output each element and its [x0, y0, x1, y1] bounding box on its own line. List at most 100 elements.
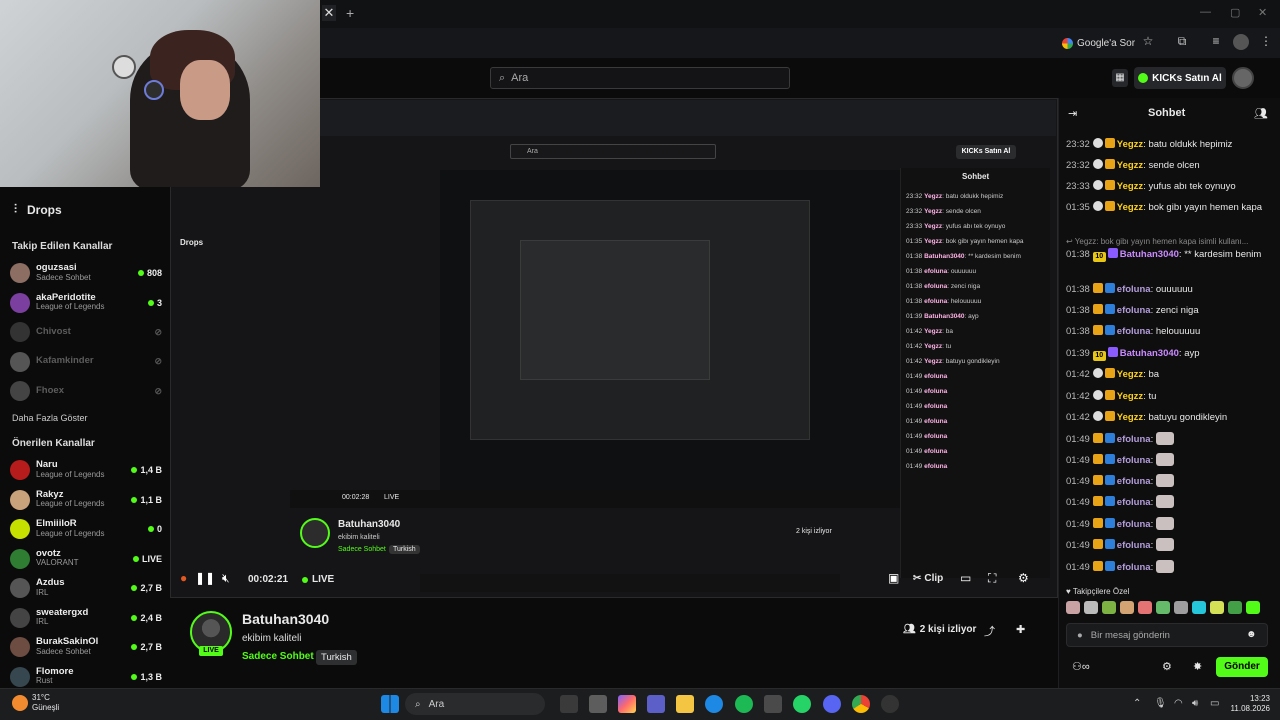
chat-username[interactable]: efoluna [1117, 497, 1151, 508]
chat-username[interactable]: Yegzz [1117, 181, 1143, 192]
theater-mode-icon[interactable]: ▣ [888, 571, 899, 585]
emote-icon[interactable] [1084, 601, 1098, 614]
chrome-icon[interactable] [852, 695, 870, 713]
taskbar-search[interactable]: ⌕ Ara [405, 693, 545, 715]
taskbar-clock[interactable]: 13:23 11.08.2026 [1222, 694, 1270, 714]
chat-message[interactable]: 23:33 Yegzz: yufus abı tek oynuyo [1066, 180, 1274, 193]
chat-message[interactable]: 01:35 Yegzz: bok gibı yayın hemen kapa [1066, 201, 1274, 214]
emote-icon[interactable] [1192, 601, 1206, 614]
chat-rules-icon[interactable]: ⚇∞ [1072, 660, 1090, 673]
chat-username[interactable]: efoluna [1117, 455, 1151, 466]
chat-message[interactable]: 01:49 efoluna: [1066, 538, 1274, 552]
chat-message[interactable]: 01:49 efoluna: [1066, 453, 1274, 467]
chat-username[interactable]: Yegzz [1117, 160, 1143, 171]
emoji-picker-icon[interactable]: ☻ [1246, 629, 1257, 640]
channel-row[interactable]: Azdus IRL 2,7 B [10, 573, 162, 603]
fullscreen-icon[interactable]: ⛶ [988, 571, 996, 586]
microphone-icon[interactable]: 🎙︎ [1154, 698, 1167, 709]
spotify-icon[interactable] [735, 695, 753, 713]
library-icon[interactable]: ▦ [1112, 69, 1128, 87]
obs-icon[interactable] [881, 695, 899, 713]
volume-icon[interactable]: 🔊︎ [1192, 698, 1198, 709]
chat-message[interactable]: 01:42 Yegzz: batuyu gondikleyin [1066, 411, 1274, 424]
media-icon[interactable]: ≡ [1208, 34, 1224, 50]
store-icon[interactable] [589, 695, 607, 713]
search-input[interactable]: ⌕ Ara [490, 67, 790, 89]
chat-username[interactable]: Yegzz [1117, 202, 1143, 213]
chat-message[interactable]: 01:42 Yegzz: tu [1066, 390, 1274, 403]
channel-row[interactable]: sweatergxd IRL 2,4 B [10, 603, 162, 633]
pause-icon[interactable]: ❚❚ [195, 571, 215, 585]
mute-icon[interactable]: 🔇︎ [222, 571, 230, 586]
bookmark-star-icon[interactable]: ☆ [1140, 34, 1156, 50]
window-close-icon[interactable]: ✕ [1258, 6, 1267, 19]
chat-username[interactable]: Yegzz [1117, 139, 1143, 150]
chat-message[interactable]: 01:49 efoluna: [1066, 474, 1274, 488]
chat-username[interactable]: Yegzz [1117, 369, 1143, 380]
teams-icon[interactable] [647, 695, 665, 713]
chat-message[interactable]: 01:49 efoluna: [1066, 432, 1274, 446]
task-view-icon[interactable] [560, 695, 578, 713]
channel-row[interactable]: BurakSakinOl Sadece Sohbet 2,7 B [10, 632, 162, 662]
battery-icon[interactable]: ▭ [1210, 698, 1219, 709]
extensions-icon[interactable]: ⧉ [1174, 34, 1190, 50]
chat-username[interactable]: efoluna [1117, 476, 1151, 487]
copilot-icon[interactable] [618, 695, 636, 713]
profile-icon[interactable] [1233, 34, 1249, 50]
close-tab-icon[interactable]: ✕ [322, 5, 336, 21]
emote-icon[interactable] [1138, 601, 1152, 614]
minimize-icon[interactable]: — [1200, 6, 1211, 18]
chat-username[interactable]: efoluna [1117, 326, 1151, 337]
chat-message[interactable]: 01:38 efoluna: zenci niga [1066, 304, 1274, 317]
channel-name[interactable]: Batuhan3040 [242, 611, 329, 627]
tray-chevron-icon[interactable]: ⌃ [1133, 698, 1141, 709]
user-avatar[interactable] [1232, 67, 1254, 89]
new-tab-icon[interactable]: + [346, 5, 360, 21]
send-button[interactable]: Gönder [1216, 657, 1268, 677]
emote-icon[interactable] [1246, 601, 1260, 614]
google-sor-button[interactable]: Google'a Sor [1062, 34, 1135, 52]
chat-username[interactable]: efoluna [1117, 284, 1151, 295]
chat-message[interactable]: 01:38 efoluna: helouuuuu [1066, 325, 1274, 338]
chat-emote-icon[interactable]: ✸ [1193, 660, 1202, 673]
discord-icon[interactable] [823, 695, 841, 713]
collapse-chat-icon[interactable]: ⇥ [1068, 107, 1077, 120]
channel-row[interactable]: ElmiiiloR League of Legends 0 [10, 514, 162, 544]
steam-icon[interactable] [764, 695, 782, 713]
emote-icon[interactable] [1210, 601, 1224, 614]
file-explorer-icon[interactable] [676, 695, 694, 713]
emote-icon[interactable] [1174, 601, 1188, 614]
chat-username[interactable]: efoluna [1117, 540, 1151, 551]
channel-row[interactable]: Rakyz League of Legends 1,1 B [10, 485, 162, 515]
weather-widget[interactable]: 31°C Güneşli [12, 693, 59, 713]
chat-username[interactable]: Batuhan3040 [1120, 348, 1179, 359]
windows-start-icon[interactable] [381, 695, 399, 713]
chat-username[interactable]: efoluna [1117, 434, 1151, 445]
chat-users-icon[interactable]: 👥︎ [1254, 107, 1268, 120]
channel-row[interactable]: oguzsasi Sadece Sohbet 808 [10, 258, 162, 288]
emote-icon[interactable] [1120, 601, 1134, 614]
channel-row[interactable]: Kafamkinder ⊘ [10, 347, 162, 377]
follow-icon[interactable]: ✚ [1016, 623, 1025, 636]
channel-row[interactable]: ovotz VALORANT LIVE [10, 544, 162, 574]
stream-language-tag[interactable]: Turkish [316, 650, 357, 665]
chat-message[interactable]: 01:49 efoluna: [1066, 560, 1274, 574]
chat-message[interactable]: 01:49 efoluna: [1066, 495, 1274, 509]
channel-row[interactable]: Chivost ⊘ [10, 317, 162, 347]
chat-username[interactable]: Batuhan3040 [1120, 249, 1179, 260]
channel-row[interactable]: akaPeridotite League of Legends 3 [10, 288, 162, 318]
emote-icon[interactable] [1102, 601, 1116, 614]
settings-gear-icon[interactable]: ⚙ [1018, 571, 1029, 585]
mini-player-icon[interactable]: ▭ [960, 571, 971, 585]
whatsapp-icon[interactable] [793, 695, 811, 713]
chat-message-input[interactable]: ● Bir mesaj gönderin [1066, 623, 1268, 647]
chat-message[interactable]: 01:42 Yegzz: ba [1066, 368, 1274, 381]
emote-icon[interactable] [1156, 601, 1170, 614]
maximize-icon[interactable]: ▢ [1230, 6, 1240, 19]
chat-message[interactable]: 23:32 Yegzz: batu oldukk hepimiz [1066, 138, 1274, 151]
share-icon[interactable]: ⤴ [984, 623, 995, 639]
chat-message[interactable]: 01:39 10 Batuhan3040: ayp [1066, 347, 1274, 361]
kicks-buy-button[interactable]: KICKs Satın Al [1134, 67, 1226, 89]
chat-username[interactable]: efoluna [1117, 562, 1151, 573]
channel-row[interactable]: Naru League of Legends 1,4 B [10, 455, 162, 485]
